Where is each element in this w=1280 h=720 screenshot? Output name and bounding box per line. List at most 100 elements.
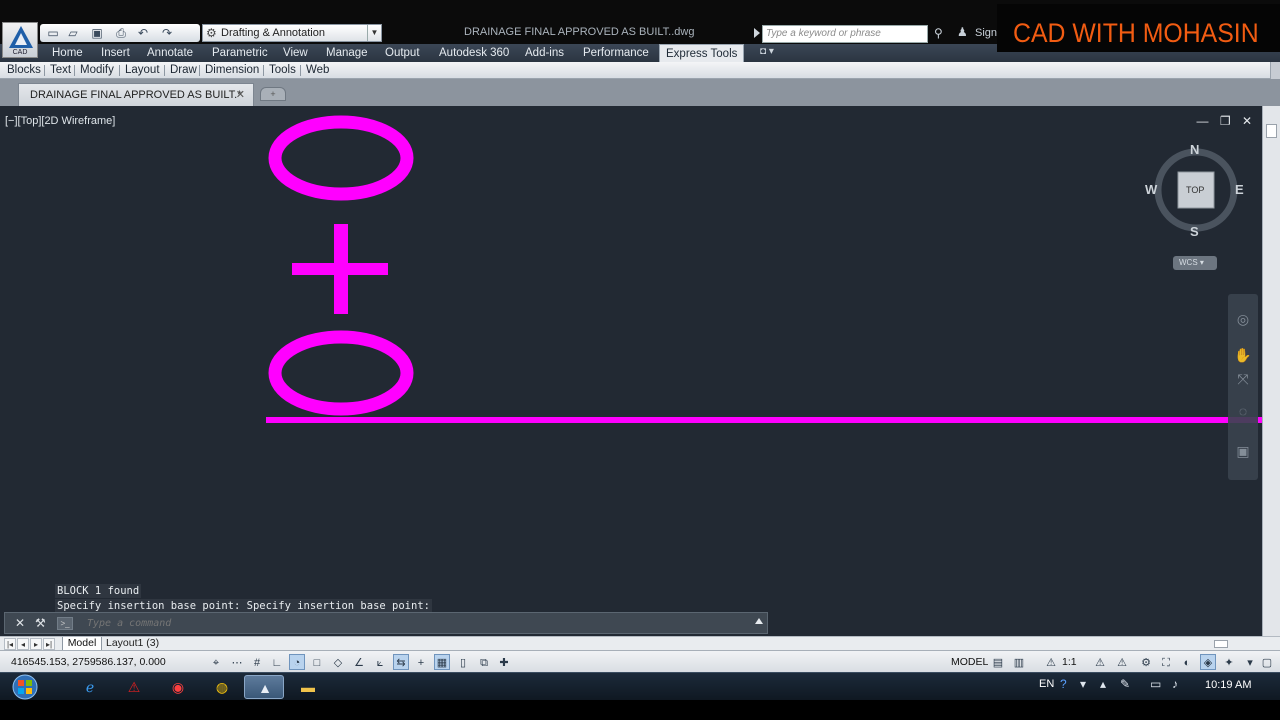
tab-autodesk-360[interactable]: Autodesk 360	[439, 44, 509, 62]
user-icon[interactable]: ♟	[957, 25, 968, 39]
new-file-icon[interactable]: ▭	[46, 26, 60, 40]
taskbar-acrobat[interactable]: ⚠	[114, 675, 154, 699]
close-icon[interactable]: ✕	[15, 616, 25, 630]
quick-view-drawings-icon[interactable]: ▥	[1011, 654, 1027, 670]
clean-screen-icon[interactable]: ▢	[1259, 654, 1275, 670]
tab-manage[interactable]: Manage	[326, 44, 368, 62]
panel-text[interactable]: Text	[50, 62, 71, 78]
system-clock[interactable]: 10:19 AM	[1205, 679, 1251, 691]
workspace-switching-icon[interactable]: ⚙	[1138, 654, 1154, 670]
grid-display-icon[interactable]: #	[249, 654, 265, 670]
model-space-toggle[interactable]: MODEL	[951, 656, 988, 668]
tab-annotate[interactable]: Annotate	[147, 44, 193, 62]
prev-layout-icon[interactable]: ◂	[17, 638, 29, 650]
viewcube-west[interactable]: W	[1145, 182, 1157, 197]
redo-icon[interactable]: ↷	[160, 26, 174, 40]
tab-home[interactable]: Home	[52, 44, 83, 62]
3d-osnap-icon[interactable]: ◇	[330, 654, 346, 670]
pan-hand-icon[interactable]: ✋	[1234, 346, 1252, 364]
viewcube-top-face[interactable]: TOP	[1186, 185, 1204, 195]
language-indicator[interactable]: EN	[1039, 678, 1054, 690]
taskbar-chrome[interactable]: ◍	[202, 675, 242, 699]
auto-scale-icon[interactable]: ⚠	[1114, 654, 1130, 670]
open-folder-icon[interactable]: ▱	[66, 26, 80, 40]
panel-dimension[interactable]: Dimension	[205, 62, 259, 78]
sign-in-link[interactable]: Sign	[975, 27, 997, 39]
start-button[interactable]	[8, 673, 42, 701]
cursor-coordinates[interactable]: 416545.153, 2759586.137, 0.000	[11, 656, 166, 668]
close-icon[interactable]: ✕	[1242, 114, 1252, 128]
save-icon[interactable]: ▣	[90, 26, 104, 40]
infer-constraints-icon[interactable]: ⌖	[208, 654, 224, 670]
taskbar-recorder[interactable]: ◉	[158, 675, 198, 699]
show-hidden-icons-icon[interactable]: ▴	[1100, 677, 1106, 691]
ribbon-options-icon[interactable]: ◘ ▾	[760, 46, 774, 57]
vertical-scrollbar[interactable]	[1262, 106, 1280, 636]
annotation-visibility-icon[interactable]: ⚠	[1092, 654, 1108, 670]
tab-insert[interactable]: Insert	[101, 44, 130, 62]
lock-ui-icon[interactable]: ⛶	[1158, 654, 1174, 670]
tab-express-tools[interactable]: Express Tools	[659, 44, 745, 62]
volume-icon[interactable]: ♪	[1172, 677, 1178, 691]
status-menu-icon[interactable]: ▾	[1242, 654, 1258, 670]
showmotion-icon[interactable]: ▣	[1234, 442, 1252, 460]
expand-arrow-icon[interactable]	[754, 28, 760, 38]
close-icon[interactable]: ✕	[236, 84, 245, 106]
panel-web[interactable]: Web	[306, 62, 329, 78]
hardware-acceleration-icon[interactable]: ◐	[1179, 654, 1195, 670]
drawing-canvas[interactable]: [−][Top][2D Wireframe] — ❐ ✕ N S E W TOP…	[0, 106, 1262, 636]
panel-scroll[interactable]	[1270, 62, 1280, 79]
ducs-icon[interactable]: ⟀	[372, 654, 388, 670]
panel-tools[interactable]: Tools	[269, 62, 296, 78]
tray-tool-icon[interactable]: ✎	[1120, 677, 1130, 691]
tab-output[interactable]: Output	[385, 44, 420, 62]
annotation-monitor-icon[interactable]: ✚	[496, 654, 512, 670]
quick-view-layouts-icon[interactable]: ▤	[990, 654, 1006, 670]
tab-parametric[interactable]: Parametric	[212, 44, 268, 62]
panel-layout[interactable]: Layout	[125, 62, 160, 78]
lightbulb-icon[interactable]: ✦	[1221, 654, 1237, 670]
selection-cycling-icon[interactable]: ⧉	[476, 654, 492, 670]
dynamic-input-icon[interactable]: ⇆	[393, 654, 409, 670]
quick-properties-icon[interactable]: ▯	[455, 654, 471, 670]
zoom-icon[interactable]: ⤧	[1234, 370, 1252, 388]
taskbar-internet-explorer[interactable]: ℯ	[70, 675, 110, 699]
minimize-icon[interactable]: —	[1196, 114, 1208, 128]
command-input[interactable]	[87, 615, 747, 631]
annotation-scale-icon[interactable]: ⚠	[1043, 654, 1059, 670]
scrollbar-thumb[interactable]	[1214, 640, 1228, 648]
lineweight-icon[interactable]: +	[413, 654, 429, 670]
orbit-icon[interactable]: ◌	[1234, 402, 1252, 420]
restore-icon[interactable]: ❐	[1220, 114, 1231, 128]
snap-mode-icon[interactable]: ⋯	[229, 654, 245, 670]
viewport-controls-label[interactable]: [−][Top][2D Wireframe]	[5, 115, 115, 127]
last-layout-icon[interactable]: ▸|	[43, 638, 55, 650]
tab-layout1[interactable]: Layout1 (3)	[106, 637, 159, 650]
horizontal-scrollbar[interactable]	[840, 639, 1256, 649]
command-prompt-icon[interactable]: >_	[57, 617, 73, 630]
viewcube[interactable]: N S E W TOP	[1145, 142, 1246, 239]
network-icon[interactable]: ▭	[1150, 677, 1161, 691]
viewcube-east[interactable]: E	[1235, 182, 1244, 197]
workspace-dropdown[interactable]: ⚙ Drafting & Annotation ▼	[202, 24, 382, 42]
taskbar-autocad[interactable]: ▲	[244, 675, 284, 699]
print-icon[interactable]: ⎙	[114, 26, 128, 40]
wcs-menu-button[interactable]: WCS ▾	[1173, 256, 1217, 270]
viewcube-north[interactable]: N	[1190, 142, 1199, 157]
first-layout-icon[interactable]: |◂	[4, 638, 16, 650]
command-history-arrow-icon[interactable]	[755, 618, 763, 624]
tab-performance[interactable]: Performance	[583, 44, 649, 62]
transparency-icon[interactable]: ▦	[434, 654, 450, 670]
polar-tracking-icon[interactable]: ◔	[289, 654, 305, 670]
tab-add-ins[interactable]: Add-ins	[525, 44, 564, 62]
taskbar-file-explorer[interactable]: ▬	[288, 675, 328, 699]
new-tab-button[interactable]: +	[260, 87, 286, 101]
object-snap-icon[interactable]: □	[309, 654, 325, 670]
search-input[interactable]: Type a keyword or phrase	[762, 25, 928, 43]
scrollbar-thumb[interactable]	[1266, 124, 1277, 138]
wrench-icon[interactable]: ⚒	[35, 616, 46, 630]
panel-modify[interactable]: Modify	[80, 62, 114, 78]
next-layout-icon[interactable]: ▸	[30, 638, 42, 650]
ortho-mode-icon[interactable]: ∟	[269, 654, 285, 670]
annotation-scale-value[interactable]: 1:1	[1062, 656, 1077, 668]
